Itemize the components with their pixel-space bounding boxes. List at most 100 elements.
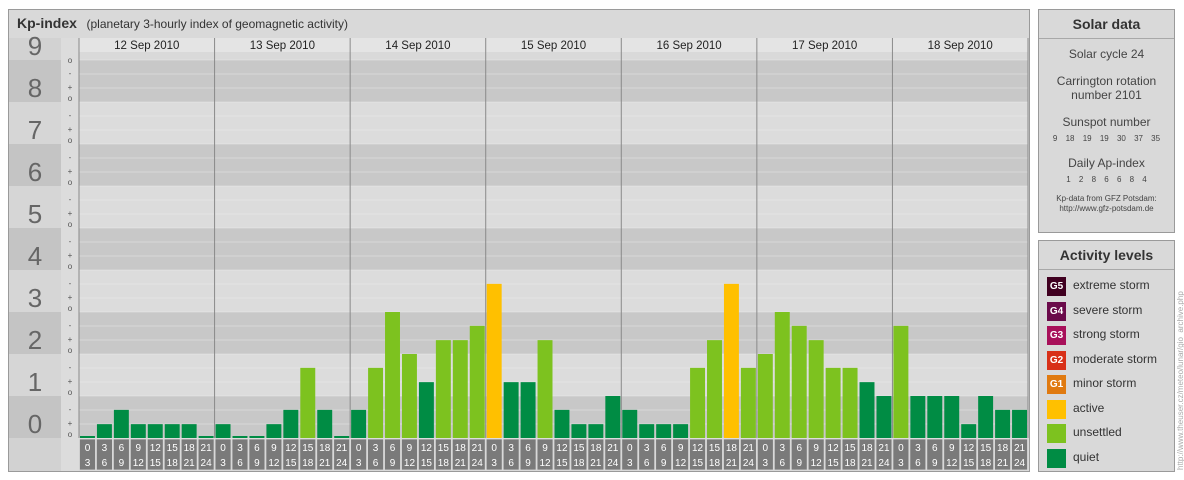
kp-bar [808, 340, 824, 438]
hour-end-label: 24 [201, 458, 213, 469]
hour-start-label: 18 [184, 443, 196, 454]
kp-bar [401, 354, 417, 438]
hour-end-label: 12 [133, 458, 145, 469]
hour-end-label: 12 [539, 458, 551, 469]
hour-start-label: 15 [302, 443, 314, 454]
hour-start-label: 15 [573, 443, 585, 454]
hour-start-label: 6 [254, 443, 260, 454]
hour-start-label: 15 [438, 443, 450, 454]
hour-end-label: 9 [932, 458, 938, 469]
kp-bar [452, 340, 468, 438]
legend-label: extreme storm [1073, 278, 1150, 292]
legend-swatch [1047, 448, 1066, 468]
hour-start-label: 6 [932, 443, 938, 454]
legend-item-unsettled: unsettled [1047, 424, 1175, 444]
y-band [79, 270, 1028, 312]
kp-bar [825, 367, 841, 438]
sub-tick-label: o [68, 430, 73, 439]
hour-start-label: 21 [878, 443, 890, 454]
legend-swatch [1047, 399, 1066, 419]
hour-start-label: 12 [285, 443, 297, 454]
date-label: 15 Sep 2010 [521, 40, 586, 52]
legend-item-extreme-storm: G5 extreme storm [1047, 277, 1175, 297]
solar-data-title: Solar data [1039, 10, 1174, 39]
kp-bar [418, 382, 434, 438]
hour-start-label: 21 [607, 443, 619, 454]
sub-tick-label: - [69, 153, 72, 162]
sub-tick-label: - [69, 405, 72, 414]
data-source-line-1: Kp-data from GFZ Potsdam: [1056, 194, 1157, 203]
sub-tick-label: o [68, 262, 73, 271]
kp-bar [266, 424, 282, 438]
hour-start-label: 9 [136, 443, 142, 454]
hour-end-label: 9 [661, 458, 667, 469]
hour-start-label: 6 [119, 443, 125, 454]
hour-start-label: 9 [542, 443, 548, 454]
hour-end-label: 12 [946, 458, 958, 469]
hour-end-label: 9 [390, 458, 396, 469]
hour-start-label: 3 [373, 443, 379, 454]
kp-bar [639, 424, 655, 438]
kp-bar [130, 424, 146, 438]
hour-end-label: 18 [438, 458, 450, 469]
kp-bar [334, 436, 350, 438]
hour-start-label: 9 [271, 443, 277, 454]
hour-start-label: 0 [763, 443, 769, 454]
hour-start-label: 18 [590, 443, 602, 454]
hour-start-label: 21 [336, 443, 348, 454]
kp-bar [910, 396, 926, 438]
data-source-link[interactable]: http://www.gfz-potsdam.de [1039, 204, 1174, 214]
hour-end-label: 3 [627, 458, 633, 469]
hour-start-label: 0 [356, 443, 362, 454]
kp-chart: 0123456789o+-o+-o+-o+-o+-o+-o+-o+-o+-o12… [9, 31, 1029, 471]
hour-end-label: 6 [508, 458, 514, 469]
sub-tick-label: + [68, 335, 73, 344]
chart-header: Kp-index (planetary 3-hourly index of ge… [17, 10, 348, 37]
hour-start-label: 0 [627, 443, 633, 454]
hour-start-label: 6 [525, 443, 531, 454]
legend-item-active: active [1047, 399, 1175, 420]
kp-bar [707, 340, 722, 438]
legend-swatch: G5 [1047, 277, 1066, 296]
sub-tick-label: + [68, 83, 73, 92]
legend-label: minor storm [1073, 376, 1137, 390]
y-band [79, 144, 1028, 186]
hour-start-label: 6 [661, 443, 667, 454]
kp-bar [198, 436, 214, 438]
hour-start-label: 21 [1014, 443, 1026, 454]
date-label: 17 Sep 2010 [792, 40, 857, 52]
solar-cycle: Solar cycle 24 [1068, 47, 1145, 61]
hour-end-label: 15 [963, 458, 975, 469]
kp-bar [995, 409, 1011, 438]
hour-start-label: 9 [813, 443, 819, 454]
hour-end-label: 6 [779, 458, 785, 469]
kp-bar [385, 312, 400, 438]
hour-end-label: 3 [491, 458, 497, 469]
hour-end-label: 12 [675, 458, 687, 469]
hour-start-label: 3 [915, 443, 921, 454]
chart-title: Kp-index [17, 15, 77, 31]
hour-start-label: 18 [455, 443, 467, 454]
kp-bar [300, 367, 316, 438]
sunspot-values: 9 18 19 19 30 37 35 [1052, 134, 1161, 143]
kp-bar [876, 396, 892, 438]
hour-end-label: 21 [861, 458, 873, 469]
hour-start-label: 0 [898, 443, 904, 454]
kp-bar [588, 424, 604, 438]
date-label: 16 Sep 2010 [656, 40, 721, 52]
hour-start-label: 15 [980, 443, 992, 454]
hour-start-label: 3 [102, 443, 108, 454]
kp-bar [283, 409, 299, 438]
hour-start-label: 21 [472, 443, 484, 454]
sub-tick-label: o [68, 346, 73, 355]
hour-end-label: 18 [302, 458, 314, 469]
kp-bar [486, 283, 502, 438]
hour-start-label: 0 [85, 443, 91, 454]
kp-bar [690, 367, 706, 438]
sunspot-title: Sunspot number [1062, 115, 1151, 129]
hour-end-label: 24 [607, 458, 619, 469]
legend-item-strong-storm: G3 strong storm [1047, 326, 1175, 346]
solar-data-panel: Solar data Solar cycle 24 Carrington rot… [1038, 9, 1175, 233]
y-band [79, 354, 1028, 396]
hour-start-label: 15 [167, 443, 179, 454]
